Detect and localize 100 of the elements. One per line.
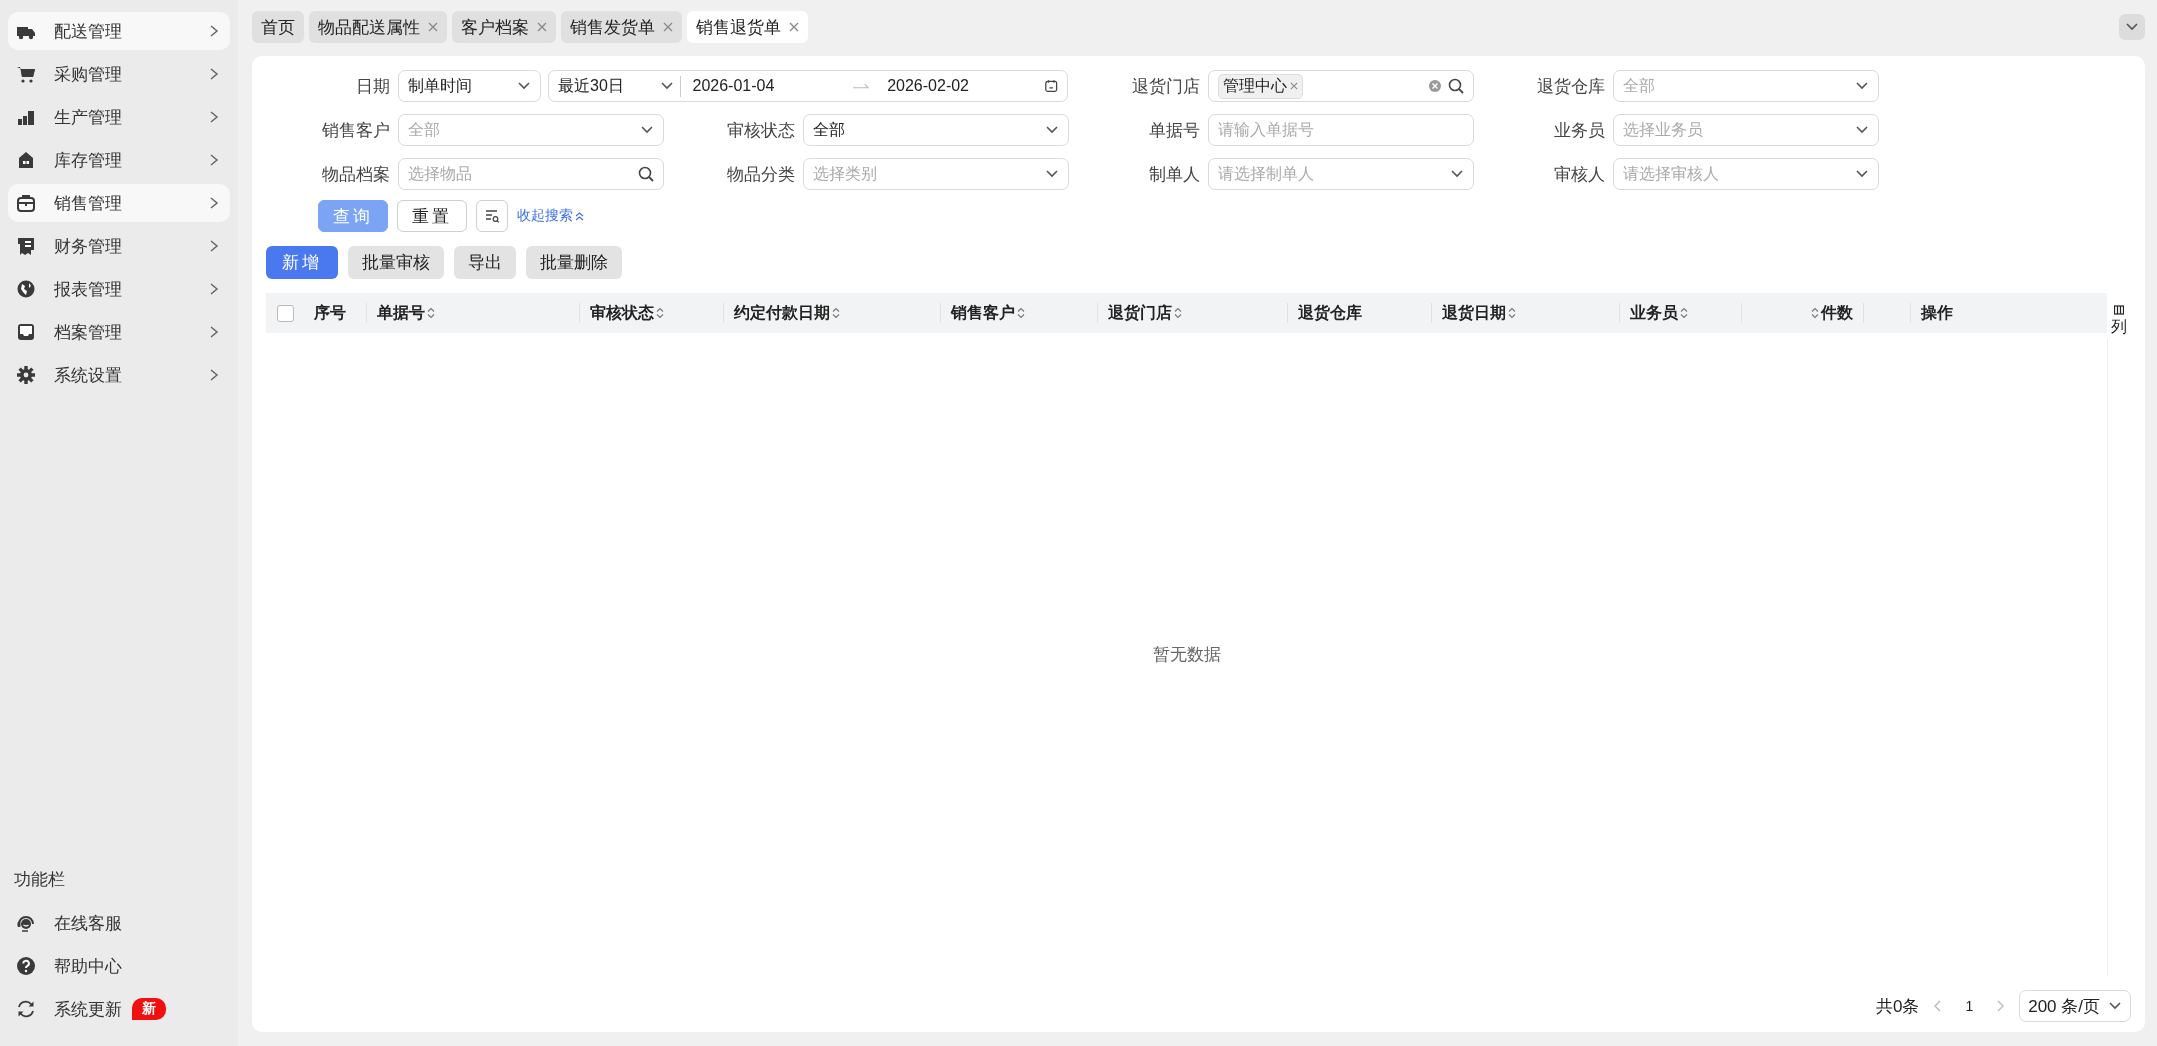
column-header[interactable]: 退货门店 [1097,303,1287,323]
chevron-right-icon [208,24,220,38]
sidebar-item[interactable]: 采购管理 [8,55,230,93]
cart-icon [16,64,36,84]
chevron-right-icon [208,368,220,382]
sort-icon [1017,307,1025,319]
briefcase-icon [16,193,36,213]
sidebar-item[interactable]: 销售管理 [8,184,230,222]
tab[interactable]: 客户档案 [452,11,556,43]
chevron-right-icon [208,239,220,253]
caret-icon [1855,81,1869,91]
field-label: 退货仓库 [1536,75,1606,98]
headset-icon [16,913,36,933]
caret-icon [2108,1001,2122,1011]
chevron-right-icon [208,67,220,81]
sidebar-item[interactable]: 财务管理 [8,227,230,265]
empty-message: 暂无数据 [1152,644,1221,666]
double-up-icon [575,211,584,221]
tab[interactable]: 首页 [252,11,304,43]
column-header[interactable]: 约定付款日期 [723,303,940,323]
total-count: 共0条 [1875,995,1920,1018]
field-label: 日期 [355,75,391,98]
column-settings-button[interactable]: 列 [2107,305,2131,338]
inbox-icon [16,322,36,342]
help-icon [16,956,36,976]
column-header[interactable]: 操作 [1910,303,2107,323]
columns-icon [2114,305,2124,315]
column-header[interactable]: 审核状态 [579,303,723,323]
date-range-field[interactable]: 最近30日 2026-01-04 2026-02-02 [548,70,1068,102]
settings-icon [16,365,36,385]
next-page-icon [1995,999,2006,1013]
globe-icon [16,279,36,299]
search-icon [1448,78,1464,94]
new-badge: 新 [132,998,166,1020]
sort-icon [1811,307,1819,319]
toolbar-button[interactable]: 新增 [266,246,338,279]
column-header[interactable]: 单据号 [366,303,579,323]
caret-icon [1855,125,1869,135]
sidebar-item[interactable]: 系统设置 [8,356,230,394]
close-icon [789,22,799,32]
toolbar-button[interactable]: 导出 [454,246,516,279]
preset-select[interactable]: 最近30日 [558,75,681,97]
sidebar-tool[interactable]: 帮助中心 [8,948,230,984]
close-icon [537,22,547,32]
tab[interactable]: 销售发货单 [561,11,682,43]
sidebar-item[interactable]: 档案管理 [8,313,230,351]
field-label: 单据号 [1148,119,1201,142]
column-header[interactable]: 销售客户 [940,303,1097,323]
receipt-icon [16,236,36,256]
field-label: 业务员 [1553,119,1606,142]
page-number[interactable]: 1 [1957,998,1982,1014]
page-size-select[interactable]: 200 条/页 [2019,990,2131,1022]
sidebar-item[interactable]: 报表管理 [8,270,230,308]
tag: 管理中心 [1218,73,1303,99]
field-label: 制单人 [1148,163,1201,186]
column-header[interactable]: 件数 [1741,303,1863,323]
search-icon [638,166,654,182]
tab-menu-button[interactable] [2119,14,2145,40]
select-all-checkbox[interactable] [276,304,294,322]
select-field[interactable]: 全部 [803,114,1069,146]
reset-button[interactable]: 重置 [397,200,467,232]
sidebar-item[interactable]: 库存管理 [8,141,230,179]
start-date: 2026-01-04 [692,77,776,95]
caret-icon [1855,169,1869,179]
tag-select-field[interactable]: 管理中心 [1208,70,1474,102]
chevron-right-icon [208,153,220,167]
close-icon [428,22,438,32]
sidebar-item[interactable]: 生产管理 [8,98,230,136]
tab[interactable]: 销售退货单 [687,11,808,43]
caret-icon [659,81,674,91]
field-label: 物品分类 [726,163,796,186]
sidebar-item[interactable]: 配送管理 [8,12,230,50]
toolbar-button[interactable]: 批量审核 [348,246,444,279]
filter-settings-button[interactable] [476,200,508,232]
tab[interactable]: 物品配送属性 [309,11,447,43]
chevron-right-icon [208,325,220,339]
collapse-search-link[interactable]: 收起搜索 [517,207,584,225]
sort-icon [1174,307,1182,319]
chevron-down-icon [2125,22,2139,32]
sort-icon [1680,307,1688,319]
sort-icon [1508,307,1516,319]
list-search-icon [484,208,500,224]
select-field[interactable]: 制单时间 [398,70,541,102]
field-label: 审核人 [1553,163,1606,186]
refresh-icon [16,999,36,1019]
field-label: 销售客户 [321,119,391,142]
caret-icon [640,125,654,135]
sidebar-tool[interactable]: 在线客服 [8,905,230,941]
clear-icon [1428,79,1442,93]
column-header[interactable]: 业务员 [1619,303,1741,323]
column-header[interactable]: 退货日期 [1431,303,1619,323]
close-icon [1290,82,1298,90]
sort-icon [427,307,435,319]
toolbar-button[interactable]: 批量删除 [526,246,622,279]
column-header[interactable]: 退货仓库 [1287,303,1431,323]
column-header[interactable]: 序号 [304,303,366,323]
sidebar-tool[interactable]: 系统更新 新 [8,991,230,1027]
caret-icon [1045,125,1059,135]
house-icon [16,150,36,170]
sort-icon [656,307,664,319]
